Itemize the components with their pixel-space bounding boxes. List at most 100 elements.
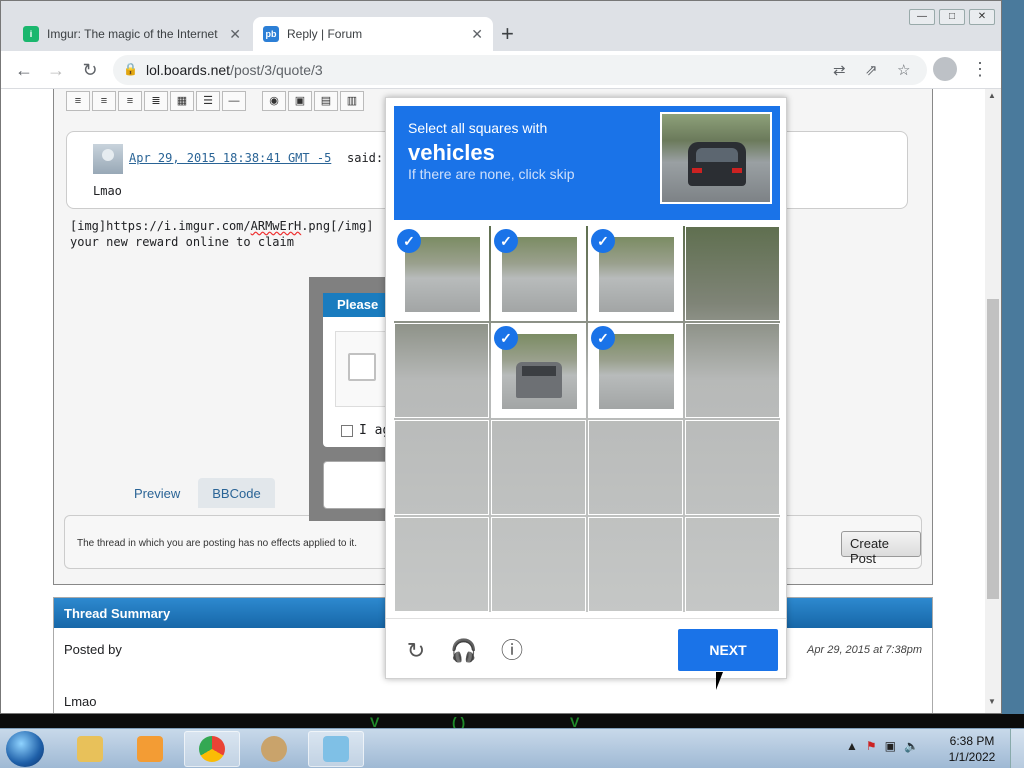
background-modal-input[interactable] bbox=[323, 461, 389, 509]
clock[interactable]: 6:38 PM 1/1/2022 bbox=[944, 733, 1000, 765]
scroll-thumb[interactable] bbox=[987, 299, 999, 599]
mouse-cursor-icon bbox=[716, 672, 723, 690]
horizontal-rule-icon[interactable]: — bbox=[222, 91, 246, 111]
captcha-tile[interactable] bbox=[588, 517, 683, 612]
captcha-header: Select all squares with vehicles If ther… bbox=[394, 106, 780, 220]
translate-icon[interactable]: ⇄ bbox=[833, 61, 846, 79]
tab-imgur[interactable]: i Imgur: The magic of the Internet ✕ bbox=[13, 17, 251, 51]
create-post-button[interactable]: Create Post bbox=[841, 531, 921, 566]
scroll-down-icon[interactable]: ▼ bbox=[988, 697, 996, 706]
folder-icon bbox=[77, 736, 103, 762]
video-icon[interactable]: ▥ bbox=[340, 91, 364, 111]
selected-check-icon: ✓ bbox=[494, 326, 518, 350]
captcha-tile[interactable]: ✓ bbox=[394, 226, 489, 321]
captcha-tile[interactable]: ✓ bbox=[491, 226, 586, 321]
reload-button[interactable]: ↻ bbox=[77, 57, 103, 83]
image-icon[interactable]: ▣ bbox=[288, 91, 312, 111]
profile-avatar[interactable] bbox=[933, 57, 957, 81]
action-center-icon[interactable]: ⚑ bbox=[866, 739, 877, 753]
quote-said-label: said: bbox=[347, 151, 384, 165]
align-center-icon[interactable]: ≡ bbox=[92, 91, 116, 111]
tab-reply-forum[interactable]: pb Reply | Forum ✕ bbox=[253, 17, 493, 51]
captcha-tile[interactable] bbox=[394, 420, 489, 515]
captcha-tile[interactable] bbox=[394, 517, 489, 612]
tray-expand-icon[interactable]: ▲ bbox=[846, 739, 858, 753]
captcha-tile[interactable] bbox=[491, 420, 586, 515]
back-button[interactable]: ← bbox=[11, 57, 37, 83]
thread-effects-notice: The thread in which you are posting has … bbox=[77, 538, 357, 549]
wallpaper-mark: V bbox=[370, 714, 380, 730]
background-modal-title: Please bbox=[323, 293, 389, 317]
editor-toolbar: ≡ ≡ ≡ ≣ ▦ ☰ — ◉ ▣ ▤ ▥ bbox=[66, 91, 364, 111]
captcha-tile[interactable] bbox=[685, 517, 780, 612]
align-left-icon[interactable]: ≡ bbox=[66, 91, 90, 111]
agree-checkbox[interactable] bbox=[341, 425, 353, 437]
picture-icon[interactable]: ▤ bbox=[314, 91, 338, 111]
sample-car bbox=[688, 142, 746, 186]
close-window-button[interactable]: ✕ bbox=[969, 9, 995, 25]
next-button[interactable]: NEXT bbox=[678, 629, 778, 671]
close-tab-icon[interactable]: ✕ bbox=[229, 26, 241, 43]
captcha-tile[interactable] bbox=[685, 323, 780, 418]
captcha-tile[interactable]: ✓ bbox=[491, 323, 586, 418]
captcha-tile[interactable] bbox=[394, 323, 489, 418]
share-icon[interactable]: ⇗ bbox=[865, 61, 878, 79]
editor-tabs: Preview BBCode bbox=[120, 478, 275, 508]
align-right-icon[interactable]: ≡ bbox=[118, 91, 142, 111]
start-button[interactable] bbox=[6, 731, 44, 767]
selected-check-icon: ✓ bbox=[591, 229, 615, 253]
tab-bbcode[interactable]: BBCode bbox=[198, 478, 275, 508]
selected-check-icon: ✓ bbox=[591, 326, 615, 350]
list-icon[interactable]: ☰ bbox=[196, 91, 220, 111]
scroll-up-icon[interactable]: ▲ bbox=[988, 91, 996, 100]
address-bar[interactable]: 🔒 lol.boards.net/post/3/quote/3 ⇄ ⇗ ☆ bbox=[113, 55, 927, 85]
menu-icon[interactable]: ⋮ bbox=[971, 59, 989, 80]
notepad-app[interactable] bbox=[308, 731, 364, 767]
page-scrollbar[interactable]: ▲ ▼ bbox=[985, 89, 1001, 713]
captcha-tile[interactable]: ✓ bbox=[588, 226, 683, 321]
show-desktop-button[interactable] bbox=[1010, 729, 1024, 768]
info-icon[interactable]: ⓘ bbox=[498, 637, 526, 665]
wallpaper-mark: V bbox=[570, 714, 580, 730]
audio-icon[interactable]: 🎧 bbox=[450, 637, 478, 665]
tab-preview[interactable]: Preview bbox=[120, 478, 194, 508]
media-player-app[interactable] bbox=[122, 731, 178, 767]
recaptcha-checkbox[interactable] bbox=[348, 353, 376, 381]
browser-toolbar: ← → ↻ 🔒 lol.boards.net/post/3/quote/3 ⇄ … bbox=[1, 51, 1001, 89]
posted-by-label: Posted by bbox=[64, 642, 122, 657]
captcha-tile[interactable]: ✓ bbox=[588, 323, 683, 418]
volume-icon[interactable]: 🔈 bbox=[904, 739, 919, 753]
clock-time: 6:38 PM bbox=[949, 734, 995, 748]
chrome-app[interactable] bbox=[184, 731, 240, 767]
tab-title: Reply | Forum bbox=[287, 27, 363, 41]
desktop-background: V ( ) V bbox=[0, 714, 1024, 730]
notepad-icon bbox=[323, 736, 349, 762]
network-icon[interactable]: ▣ bbox=[885, 739, 896, 753]
table-icon[interactable]: ▦ bbox=[170, 91, 194, 111]
minimize-button[interactable]: — bbox=[909, 9, 935, 25]
captcha-tile[interactable] bbox=[685, 226, 780, 321]
captcha-tile[interactable] bbox=[491, 517, 586, 612]
explorer-app[interactable] bbox=[62, 731, 118, 767]
justify-icon[interactable]: ≣ bbox=[144, 91, 168, 111]
bookmark-star-icon[interactable]: ☆ bbox=[897, 61, 910, 79]
captcha-tile[interactable] bbox=[685, 420, 780, 515]
summary-date: Apr 29, 2015 at 7:38pm bbox=[807, 644, 922, 656]
paint-app[interactable] bbox=[246, 731, 302, 767]
pickup-truck bbox=[516, 362, 562, 398]
chrome-icon bbox=[199, 736, 225, 762]
captcha-tile[interactable] bbox=[588, 420, 683, 515]
link-icon[interactable]: ◉ bbox=[262, 91, 286, 111]
new-tab-button[interactable]: + bbox=[501, 21, 514, 47]
reload-icon[interactable]: ↻ bbox=[402, 637, 430, 665]
captcha-sample-image bbox=[660, 112, 772, 204]
maximize-button[interactable]: □ bbox=[939, 9, 965, 25]
post-line-img[interactable]: [img]https://i.imgur.com/ARMwErH.png[/im… bbox=[70, 219, 373, 233]
captcha-hint: If there are none, click skip bbox=[408, 166, 575, 182]
quote-text: Lmao bbox=[93, 184, 122, 198]
quote-date-link[interactable]: Apr 29, 2015 18:38:41 GMT -5 bbox=[129, 151, 331, 165]
tab-strip: i Imgur: The magic of the Internet ✕ pb … bbox=[1, 1, 1001, 51]
forward-button[interactable]: → bbox=[43, 57, 69, 83]
close-tab-icon[interactable]: ✕ bbox=[471, 26, 483, 43]
post-line-reward[interactable]: your new reward online to claim bbox=[70, 235, 294, 249]
